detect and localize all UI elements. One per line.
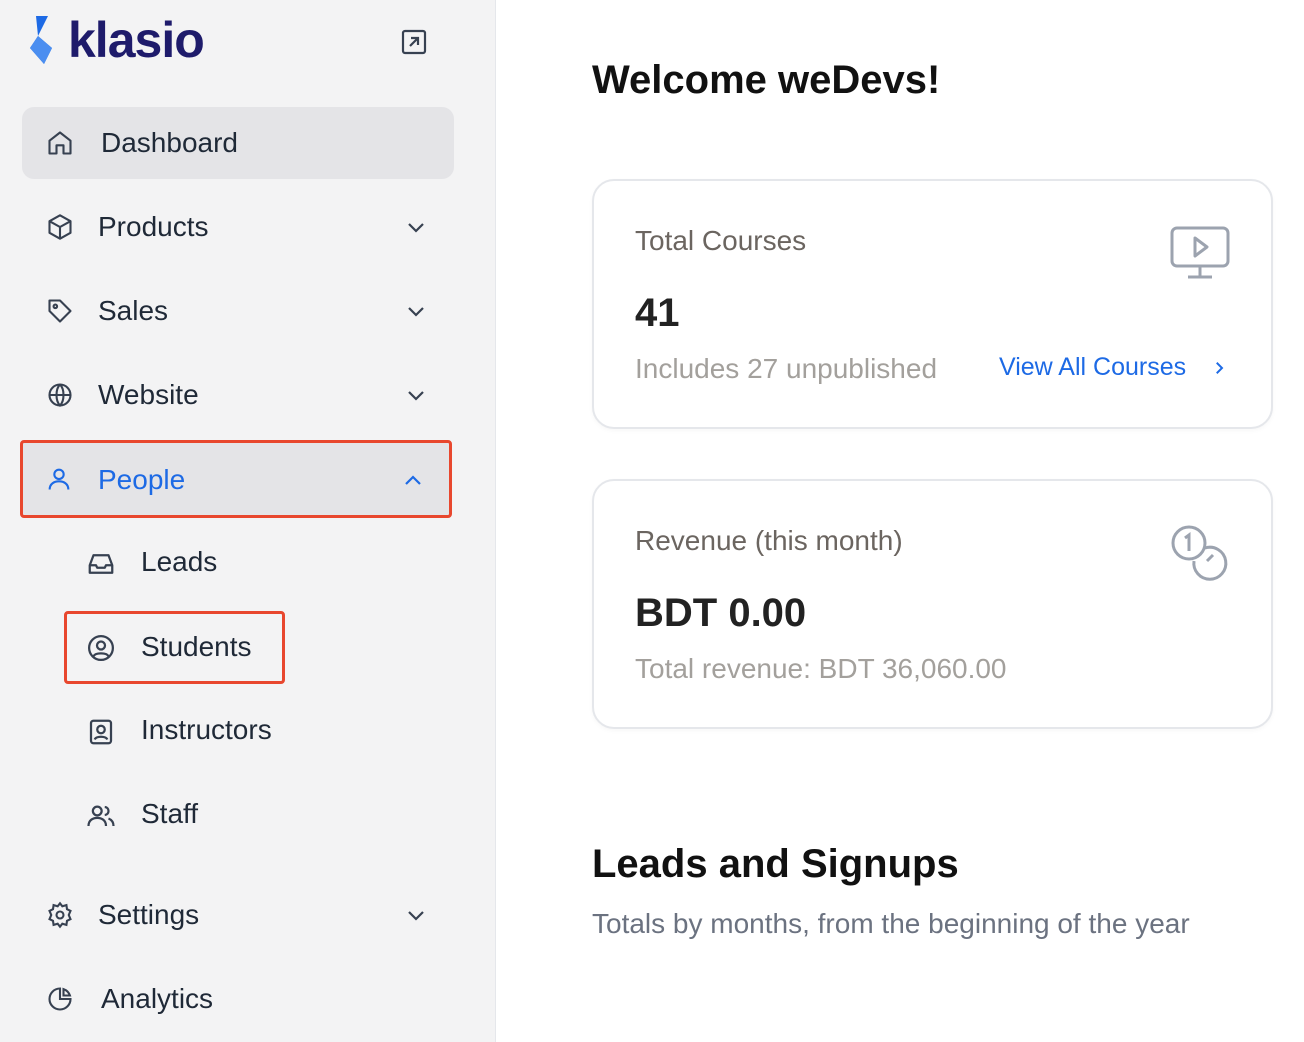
chevron-down-icon[interactable] (404, 383, 428, 407)
sidebar-item-website[interactable]: Website (22, 359, 454, 431)
pie-chart-icon (46, 985, 74, 1013)
tag-icon (46, 297, 74, 325)
globe-icon (46, 381, 74, 409)
chevron-down-icon[interactable] (404, 299, 428, 323)
section-subtitle: Totals by months, from the beginning of … (592, 908, 1190, 939)
sidebar-subitem-label: Students (141, 631, 252, 662)
sidebar-item-people[interactable]: People (20, 440, 452, 518)
sidebar-item-products[interactable]: Products (22, 191, 454, 263)
brand-name: klasio (68, 12, 205, 68)
sidebar-item-label: Dashboard (101, 127, 238, 158)
klasio-logo-icon (30, 16, 52, 64)
section-title: Leads and Signups (592, 842, 959, 886)
sidebar-item-label: Settings (98, 899, 200, 930)
home-icon (46, 129, 74, 157)
link-label: View All Courses (999, 353, 1187, 381)
user-circle-icon (86, 633, 116, 663)
sidebar-subitem-label: Instructors (141, 714, 272, 745)
user-icon (45, 465, 73, 493)
chevron-up-icon[interactable] (401, 469, 425, 493)
card-title: Total Courses (635, 225, 807, 256)
id-badge-icon (86, 717, 116, 747)
sidebar-item-dashboard[interactable]: Dashboard (22, 107, 454, 179)
sidebar-item-sales[interactable]: Sales (22, 275, 454, 347)
box-icon (46, 213, 74, 241)
sidebar-subitem-label: Staff (141, 798, 199, 829)
sidebar-item-label: People (98, 464, 186, 495)
view-all-courses-link[interactable]: View All Courses (999, 353, 1228, 382)
card-value: 41 (635, 291, 680, 335)
monitor-play-icon (1170, 226, 1230, 279)
chevron-down-icon[interactable] (404, 215, 428, 239)
sidebar: klasio Dashboard Products Sales Website … (0, 0, 496, 1042)
chevron-down-icon[interactable] (404, 903, 428, 927)
sidebar-item-label: Products (98, 211, 209, 242)
card-title: Revenue (this month) (635, 525, 903, 556)
sidebar-item-analytics[interactable]: Analytics (22, 963, 454, 1035)
revenue-card: Revenue (this month) BDT 0.00 Total reve… (592, 479, 1273, 729)
sidebar-item-label: Analytics (101, 983, 214, 1014)
sidebar-item-label: Website (98, 379, 199, 410)
main-content: Welcome weDevs! Total Courses 41 Include… (496, 0, 1304, 1042)
users-icon (86, 801, 116, 831)
sidebar-item-settings[interactable]: Settings (22, 879, 454, 951)
brand-logo[interactable]: klasio (28, 12, 205, 68)
page-title: Welcome weDevs! (592, 58, 941, 102)
card-subtitle: Total revenue: BDT 36,060.00 (635, 653, 1007, 684)
card-subtitle: Includes 27 unpublished (635, 353, 938, 384)
inbox-icon (86, 549, 116, 579)
sidebar-item-label: Sales (98, 295, 169, 326)
sidebar-subitem-label: Leads (141, 546, 218, 577)
gear-icon (46, 901, 74, 929)
coins-icon (1171, 525, 1228, 581)
expand-icon[interactable] (396, 24, 432, 60)
card-value: BDT 0.00 (635, 591, 807, 635)
total-courses-card: Total Courses 41 Includes 27 unpublished… (592, 179, 1273, 429)
chevron-right-icon (1216, 361, 1224, 374)
sidebar-subitem-students[interactable]: Students (64, 611, 285, 684)
